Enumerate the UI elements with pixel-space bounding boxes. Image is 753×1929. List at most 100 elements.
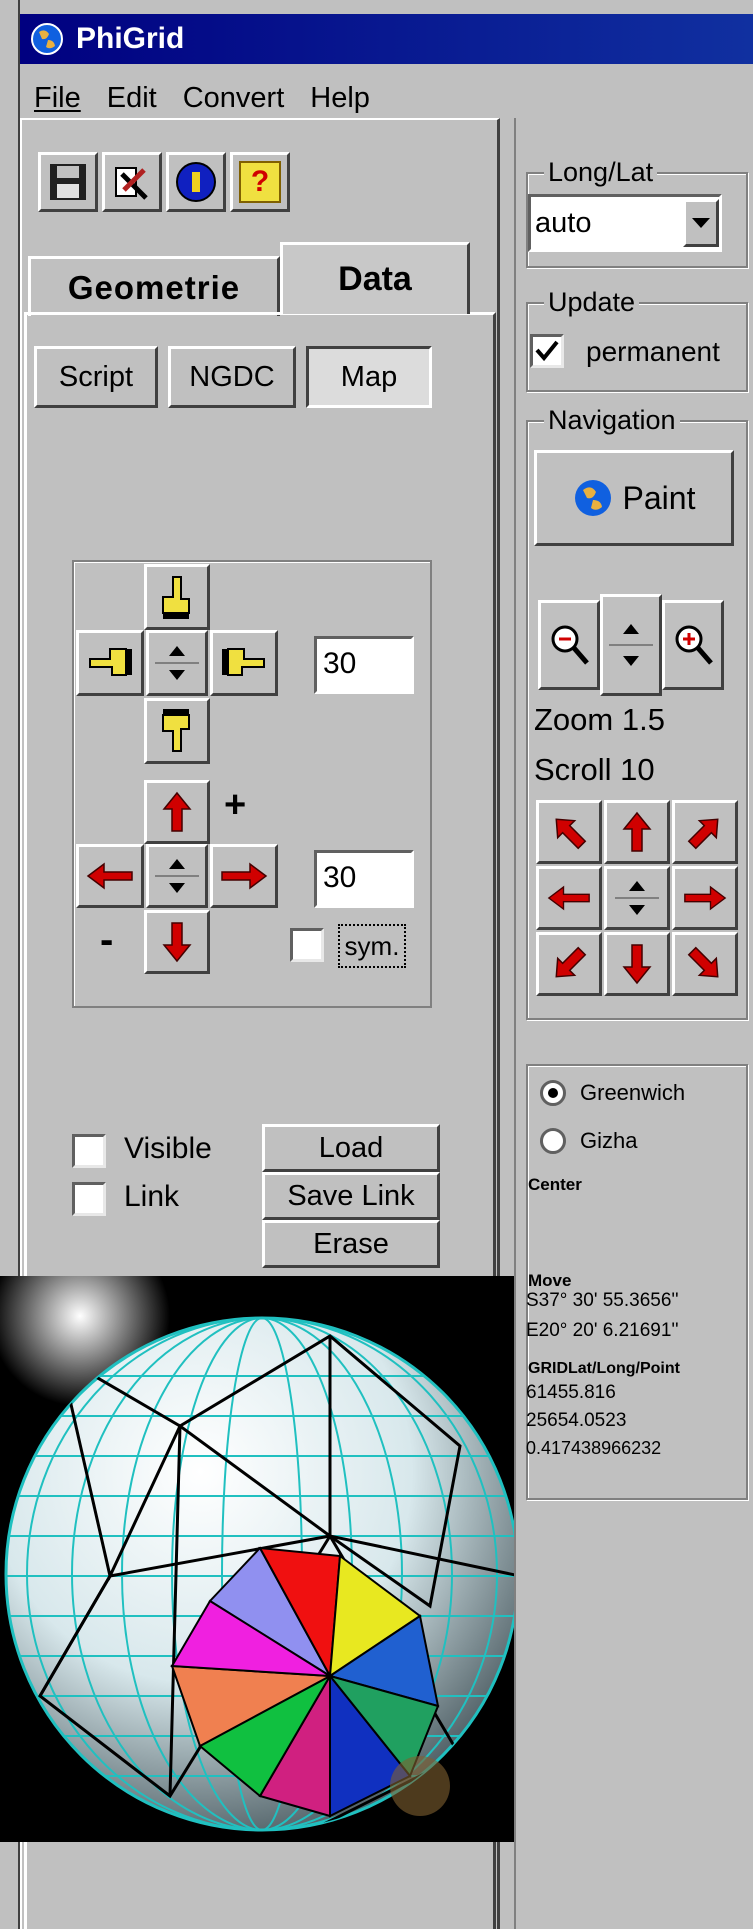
zoom-out-button[interactable]	[538, 600, 600, 690]
hand-down-button[interactable]	[144, 698, 210, 764]
paint-label: Paint	[622, 479, 696, 516]
link-label: Link	[124, 1180, 180, 1213]
sym-checkbox[interactable]	[290, 928, 324, 962]
grid-long: 25654.0523	[526, 1410, 627, 1431]
tab-geometrie[interactable]: Geometrie	[28, 256, 280, 316]
direction-pad-panel: 30 + 30 - sym.	[72, 560, 432, 1008]
stepper-down-icon	[623, 656, 639, 666]
visible-checkbox[interactable]	[72, 1134, 106, 1168]
longlat-value: auto	[535, 206, 592, 239]
zoom-in-icon	[675, 625, 713, 665]
scroll-down-right-button[interactable]	[672, 932, 738, 996]
arrow-stepper[interactable]	[146, 844, 208, 908]
tab-data[interactable]: Data	[280, 242, 470, 314]
menu-convert[interactable]: Convert	[183, 82, 285, 115]
menu-edit[interactable]: Edit	[107, 82, 157, 115]
paint-button[interactable]: Paint	[534, 450, 734, 546]
arrow-step-input[interactable]: 30	[314, 850, 414, 908]
arrow-down-left-icon	[555, 946, 587, 978]
permanent-checkbox[interactable]	[530, 334, 564, 368]
update-title: Update	[544, 287, 640, 318]
scroll-up-right-button[interactable]	[672, 800, 738, 864]
grid-label: GRIDLat/Long/Point	[528, 1360, 680, 1377]
toolbar: ?	[38, 152, 290, 212]
arrow-left-icon	[547, 885, 590, 911]
stepper-down-icon	[169, 883, 185, 893]
menu-bar: File Edit Convert Help	[34, 82, 396, 115]
greenwich-label: Greenwich	[580, 1080, 686, 1105]
greenwich-radio[interactable]: Greenwich	[540, 1080, 685, 1106]
subtab-map[interactable]: Map	[306, 346, 432, 408]
visible-label: Visible	[124, 1132, 212, 1165]
info-icon	[176, 162, 216, 202]
tab-data-label: Data	[338, 260, 412, 298]
plus-label: +	[224, 784, 247, 826]
scroll-down-button[interactable]	[604, 932, 670, 996]
erase-button[interactable]: Erase	[262, 1220, 440, 1268]
hand-step-input[interactable]: 30	[314, 636, 414, 694]
grid-lat: 61455.816	[526, 1382, 616, 1403]
longlat-select[interactable]: auto	[528, 194, 722, 252]
zoom-in-button[interactable]	[662, 600, 724, 690]
sym-button[interactable]: sym.	[338, 924, 406, 968]
center-label: Center	[528, 1175, 582, 1194]
scroll-up-button[interactable]	[604, 800, 670, 864]
arrow-down-right-icon	[687, 946, 719, 978]
stepper-up-icon	[629, 881, 645, 891]
window-title: PhiGrid	[76, 22, 185, 55]
tools-button[interactable]	[102, 152, 162, 212]
arrow-down-icon	[622, 944, 652, 985]
stepper-down-icon	[629, 905, 645, 915]
link-checkbox[interactable]	[72, 1182, 106, 1216]
move-lat: S37° 30' 55.3656''	[526, 1290, 679, 1311]
hand-up-button[interactable]	[144, 564, 210, 630]
gizha-radio[interactable]: Gizha	[540, 1128, 637, 1154]
hand-right-button[interactable]	[210, 630, 278, 696]
chevron-down-icon[interactable]	[683, 199, 719, 247]
arrow-down-button[interactable]	[144, 910, 210, 974]
hand-left-icon	[89, 648, 132, 676]
save-button[interactable]	[38, 152, 98, 212]
arrow-up-button[interactable]	[144, 780, 210, 844]
arrow-up-left-icon	[555, 818, 587, 850]
arrow-left-button[interactable]	[76, 844, 144, 908]
subtab-ngdc[interactable]: NGDC	[168, 346, 296, 408]
help-button[interactable]: ?	[230, 152, 290, 212]
zoom-out-icon	[551, 625, 589, 665]
info-button[interactable]	[166, 152, 226, 212]
hand-down-icon	[162, 709, 190, 752]
globe-icon	[574, 480, 611, 516]
save-link-button[interactable]: Save Link	[262, 1172, 440, 1220]
longlat-title: Long/Lat	[544, 157, 658, 188]
hand-left-button[interactable]	[76, 630, 144, 696]
scroll-left-button[interactable]	[536, 866, 602, 930]
arrow-right-button[interactable]	[210, 844, 278, 908]
scroll-right-button[interactable]	[672, 866, 738, 930]
hand-right-icon	[222, 648, 265, 676]
load-button[interactable]: Load	[262, 1124, 440, 1172]
radio-selected-icon	[540, 1080, 566, 1106]
navigation-title: Navigation	[544, 405, 680, 436]
move-label: Move	[528, 1271, 572, 1290]
stepper-down-icon	[169, 670, 185, 680]
scroll-down-left-button[interactable]	[536, 932, 602, 996]
stepper-up-icon	[623, 624, 639, 634]
globe-map-view[interactable]	[0, 1276, 514, 1842]
arrow-down-icon	[162, 922, 192, 963]
tools-icon	[115, 167, 148, 200]
arrow-up-icon	[622, 811, 652, 852]
hand-stepper[interactable]	[146, 630, 208, 696]
grid-point: 0.417438966232	[526, 1438, 662, 1458]
subtab-script[interactable]: Script	[34, 346, 158, 408]
zoom-stepper[interactable]	[600, 594, 662, 696]
scroll-stepper[interactable]	[604, 866, 670, 930]
menu-file[interactable]: File	[34, 82, 81, 115]
minus-label: -	[100, 918, 114, 962]
title-bar: PhiGrid	[20, 14, 753, 64]
gizha-label: Gizha	[580, 1128, 638, 1153]
move-lon: E20° 20' 6.21691''	[526, 1320, 679, 1341]
scroll-up-left-button[interactable]	[536, 800, 602, 864]
arrow-left-icon	[86, 862, 133, 890]
permanent-label: permanent	[586, 336, 720, 367]
menu-help[interactable]: Help	[310, 82, 370, 115]
